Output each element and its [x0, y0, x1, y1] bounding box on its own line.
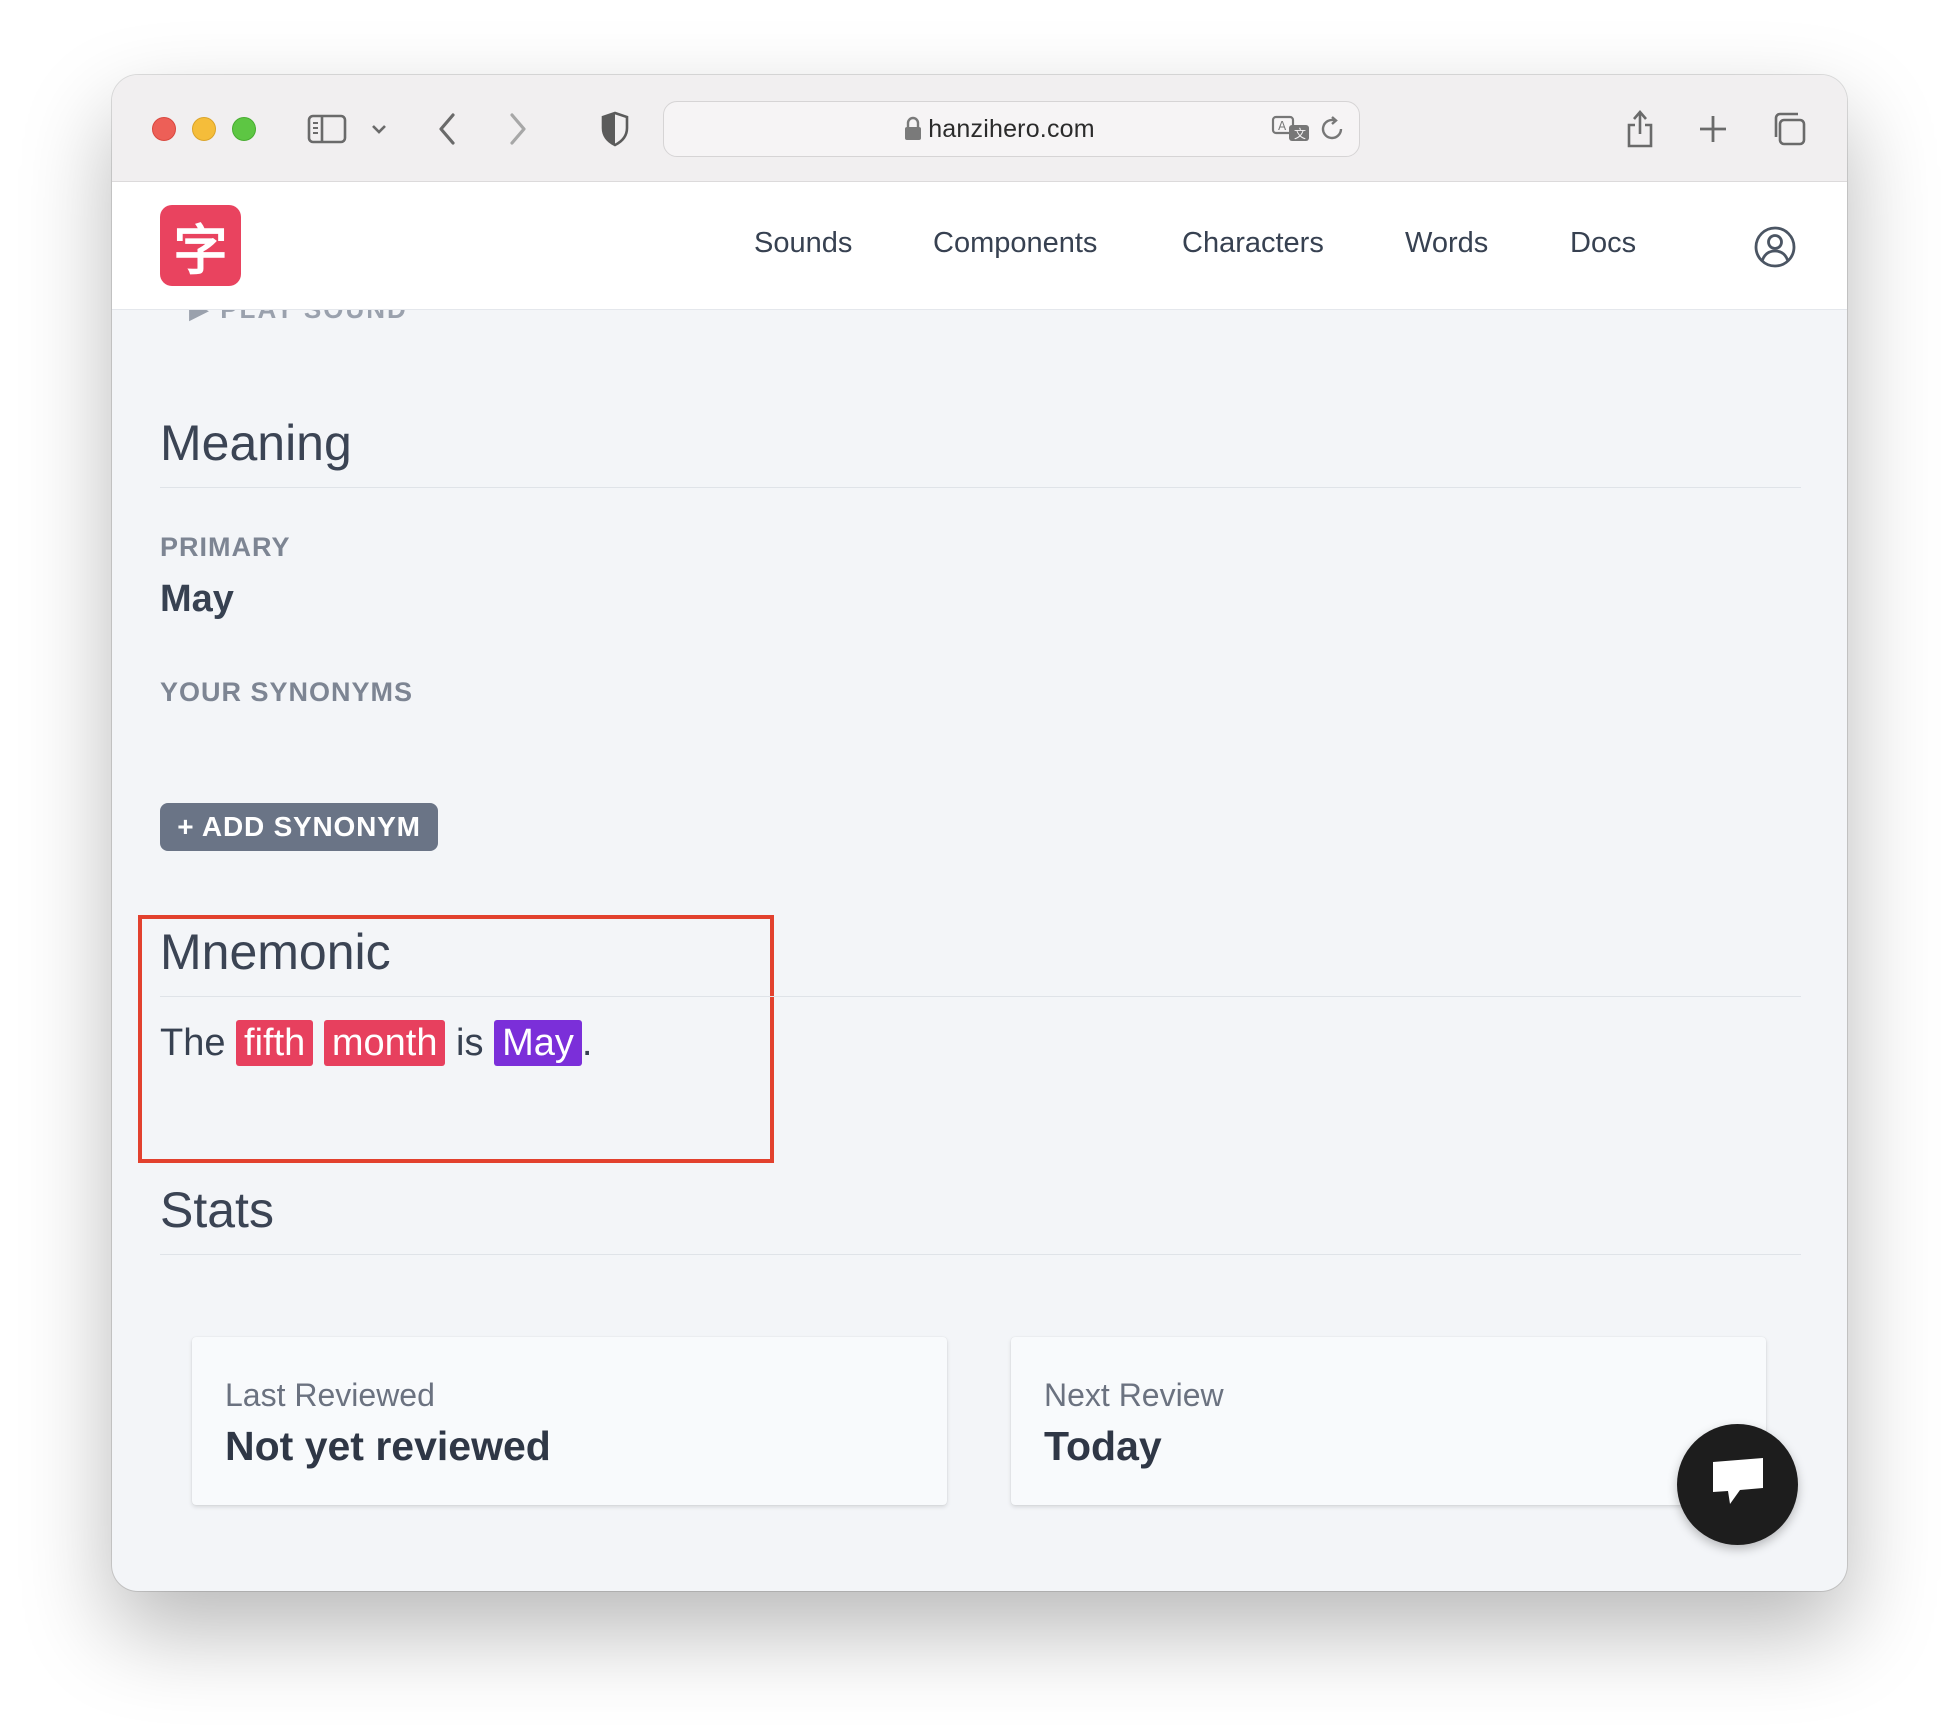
stats-divider: [160, 1254, 1801, 1255]
close-window-button[interactable]: [152, 117, 176, 141]
page-content: ▶ PLAY SOUND Meaning PRIMARY May YOUR SY…: [112, 294, 1847, 1591]
forward-icon[interactable]: [503, 109, 533, 149]
meaning-divider: [160, 487, 1801, 488]
tab-overview-icon[interactable]: [1770, 109, 1808, 149]
back-icon[interactable]: [432, 109, 462, 149]
browser-toolbar: hanzihero.com A文: [112, 75, 1847, 182]
main-nav: Sounds Components Characters Words Docs: [112, 227, 1847, 267]
stats-heading: Stats: [160, 1182, 274, 1238]
chat-support-button[interactable]: [1677, 1424, 1798, 1545]
chat-bubble-icon: [1708, 1456, 1768, 1513]
primary-meaning-value: May: [160, 578, 234, 620]
share-icon[interactable]: [1622, 109, 1658, 149]
next-review-card: Next Review Today: [1011, 1337, 1766, 1505]
browser-window: hanzihero.com A文 字 Sounds Components Cha…: [112, 75, 1847, 1591]
minimize-window-button[interactable]: [192, 117, 216, 141]
next-review-value: Today: [1044, 1423, 1162, 1469]
mnemonic-divider: [160, 996, 1801, 997]
site-header: 字 Sounds Components Characters Words Doc…: [112, 182, 1847, 310]
meaning-heading: Meaning: [160, 415, 352, 471]
mnemonic-meaning-tag[interactable]: May: [494, 1020, 582, 1066]
nav-components[interactable]: Components: [933, 227, 1097, 260]
mnemonic-text: The fifth month is May.: [160, 1018, 592, 1068]
nav-words[interactable]: Words: [1405, 227, 1488, 260]
last-reviewed-value: Not yet reviewed: [225, 1423, 551, 1469]
mnemonic-word: is: [456, 1022, 484, 1064]
zoom-window-button[interactable]: [232, 117, 256, 141]
mnemonic-component-tag[interactable]: month: [323, 1020, 446, 1066]
new-tab-icon[interactable]: [1695, 109, 1731, 149]
reload-icon[interactable]: [1318, 115, 1346, 148]
add-synonym-button[interactable]: + ADD SYNONYM: [160, 803, 438, 851]
sidebar-toggle-icon[interactable]: [305, 109, 349, 149]
svg-text:文: 文: [1294, 126, 1306, 141]
mnemonic-word: The: [160, 1022, 226, 1064]
last-reviewed-label: Last Reviewed: [225, 1377, 435, 1413]
address-bar[interactable]: hanzihero.com A文: [663, 101, 1360, 157]
translate-icon[interactable]: A文: [1271, 114, 1311, 151]
last-reviewed-card: Last Reviewed Not yet reviewed: [192, 1337, 947, 1505]
svg-text:A: A: [1278, 119, 1287, 133]
mnemonic-punctuation: .: [581, 1022, 593, 1064]
user-account-icon[interactable]: [1753, 225, 1797, 274]
primary-label: PRIMARY: [160, 532, 291, 562]
chevron-down-icon[interactable]: [369, 109, 389, 149]
mnemonic-heading: Mnemonic: [160, 924, 391, 980]
mnemonic-component-tag[interactable]: fifth: [236, 1020, 314, 1066]
nav-docs[interactable]: Docs: [1570, 227, 1636, 260]
address-url: hanzihero.com: [928, 115, 1095, 143]
privacy-shield-icon[interactable]: [599, 109, 631, 149]
nav-sounds[interactable]: Sounds: [754, 227, 852, 260]
synonyms-label: YOUR SYNONYMS: [160, 677, 414, 707]
next-review-label: Next Review: [1044, 1377, 1224, 1413]
nav-characters[interactable]: Characters: [1182, 227, 1324, 260]
